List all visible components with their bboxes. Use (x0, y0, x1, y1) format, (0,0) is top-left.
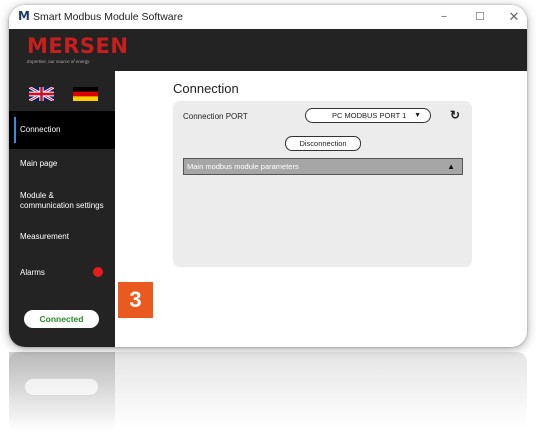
brand-name: MERSEN (27, 34, 129, 58)
main-parameters-section-header[interactable]: Main modbus module parameters ▲ (183, 158, 463, 175)
collapse-arrow-icon: ▲ (447, 162, 455, 171)
window-reflection (9, 352, 527, 436)
sidebar-item-label: Module & communication settings (20, 191, 104, 210)
connection-status-badge: Connected (24, 310, 99, 328)
mersen-logo: MERSEN Expertise, our source of energy (27, 34, 129, 66)
sidebar-item-module-settings[interactable]: Module & communication settings (9, 191, 109, 211)
minimize-button[interactable]: − (431, 8, 457, 26)
connection-port-select[interactable]: PC MODBUS PORT 1 ▼ (305, 108, 431, 123)
chevron-down-icon: ▼ (414, 112, 421, 119)
page-title: Connection (173, 81, 239, 96)
params-section-label: Main modbus module parameters (187, 162, 299, 171)
connection-port-label: Connection PORT (183, 112, 248, 121)
port-select-value: PC MODBUS PORT 1 (332, 111, 407, 120)
alarm-indicator-icon (93, 267, 103, 277)
app-logo-icon: M (18, 9, 30, 23)
active-indicator (14, 117, 16, 143)
maximize-button[interactable]: ☐ (467, 8, 493, 26)
uk-flag-icon[interactable] (29, 87, 54, 101)
main-content: Connection Connection PORT PC MODBUS POR… (115, 71, 527, 347)
sidebar-item-measurement[interactable]: Measurement (9, 232, 115, 242)
disconnection-button[interactable]: Disconnection (285, 136, 361, 151)
status-pill-reflection (24, 378, 99, 396)
brand-tagline: Expertise, our source of energy (27, 59, 90, 64)
sidebar-item-main-page[interactable]: Main page (9, 159, 115, 169)
step-number-badge: 3 (118, 282, 153, 318)
connection-panel: Connection PORT PC MODBUS PORT 1 ▼ ↻ Dis… (173, 101, 472, 267)
sidebar-item-connection[interactable]: Connection (9, 111, 115, 149)
window-title: Smart Modbus Module Software (33, 11, 183, 23)
sidebar-item-label: Connection (20, 125, 61, 134)
sidebar: Connection Main page Module & communicat… (9, 71, 115, 347)
title-bar: M Smart Modbus Module Software − ☐ ✕ (9, 5, 527, 29)
german-flag-icon[interactable] (73, 87, 98, 101)
app-header: MERSEN Expertise, our source of energy (9, 29, 527, 71)
close-button[interactable]: ✕ (501, 8, 527, 26)
sidebar-item-label: Measurement (20, 232, 69, 241)
sidebar-item-label: Alarms (20, 268, 45, 277)
refresh-icon[interactable]: ↻ (448, 108, 462, 122)
app-window: M Smart Modbus Module Software − ☐ ✕ MER… (9, 5, 527, 347)
sidebar-item-label: Main page (20, 159, 58, 168)
screenshot-stage: M Smart Modbus Module Software − ☐ ✕ MER… (0, 0, 536, 436)
